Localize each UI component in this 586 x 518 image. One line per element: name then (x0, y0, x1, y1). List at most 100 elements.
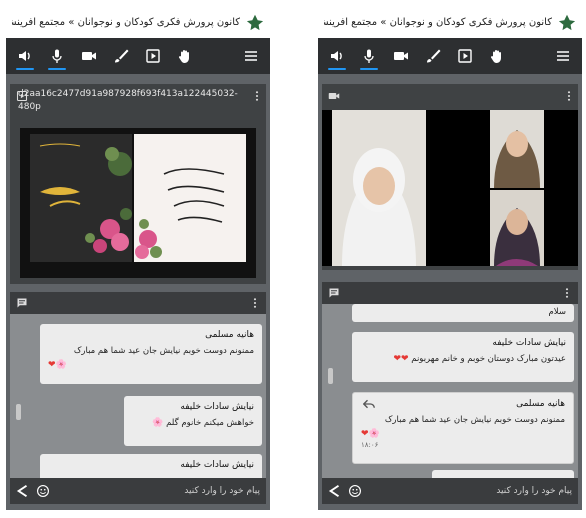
draw-button[interactable] (108, 43, 134, 69)
scroll-handle[interactable] (328, 368, 333, 384)
message-text-content: عیدتون مبارک دوستان خوبم و خانم مهربونم (411, 354, 566, 364)
message-input[interactable] (50, 486, 260, 496)
chat-panel-header (10, 292, 266, 314)
poem-card-image (134, 134, 246, 262)
emoji-icon[interactable] (348, 484, 362, 498)
raise-hand-icon (490, 50, 501, 63)
left-phone-screen: کانون پرورش فکری کودکان و نوجوانان » مجت… (6, 6, 270, 510)
message-emoji: 🌸❤ (361, 429, 380, 439)
participant-video (332, 110, 426, 266)
title-bar: کانون پرورش فکری کودکان و نوجوانان » مجت… (6, 6, 270, 38)
message-text: عیدتون مبارک دوستان خوبم و خانم مهربونم … (360, 354, 566, 364)
video-call-area[interactable] (322, 110, 578, 266)
toolbar (6, 38, 270, 74)
message-input-bar (322, 478, 578, 504)
flower-frame-graphic (30, 134, 132, 262)
menu-button[interactable] (238, 43, 264, 69)
sender-name: هانیه مسلمی (516, 399, 565, 409)
chat-panel: سلام نیایش سادات خلیفه عیدتون مبارک دوست… (322, 282, 578, 478)
speaker-button[interactable] (12, 43, 38, 70)
message-emoji: 🌸❤ (48, 360, 67, 370)
message-text: ممنونم دوست خوبم نیایش جان عید شما هم مب… (73, 346, 254, 356)
camera-icon (82, 52, 96, 60)
emoji-icon[interactable] (36, 484, 50, 498)
video-filename: d2aa16c2477d91a987928f693f413a122445032-… (18, 89, 238, 112)
message-emoji: 🌸 (152, 418, 164, 428)
play-box-icon (16, 90, 28, 102)
chat-panel: هانیه مسلمی ممنونم دوست خوبم نیایش جان ع… (10, 292, 266, 478)
brush-icon (427, 49, 441, 63)
raise-hand-icon (178, 50, 189, 63)
sender-name: نیایش سادات خلیفه (180, 402, 254, 412)
chat-icon (17, 298, 27, 308)
chat-message[interactable] (432, 470, 574, 478)
speaker-icon (19, 51, 30, 61)
chat-message[interactable]: نیایش سادات خلیفه (40, 454, 262, 478)
camera-button[interactable] (388, 43, 414, 69)
message-input[interactable] (362, 486, 572, 496)
message-time: ۱۸:۰۶ (361, 441, 379, 449)
speaker-button[interactable] (324, 43, 350, 70)
media-button[interactable] (140, 43, 166, 69)
message-text: ممنونم دوست خوبم نیایش جان عید شما هم مب… (384, 415, 565, 425)
menu-button[interactable] (550, 43, 576, 69)
message-emoji: ❤❤ (393, 354, 409, 364)
kebab-menu-icon[interactable] (564, 90, 574, 102)
chat-message[interactable]: نیایش سادات خلیفه عیدتون مبارک دوستان خو… (352, 332, 574, 382)
kebab-menu-icon[interactable] (252, 90, 262, 102)
media-button[interactable] (452, 43, 478, 69)
microphone-icon (52, 49, 62, 63)
media-player-panel: d2aa16c2477d91a987928f693f413a122445032-… (10, 84, 266, 284)
sender-name: هانیه مسلمی (205, 330, 254, 340)
message-text: خواهش میکنم خانوم گلم 🌸 (132, 418, 254, 428)
participant-video-tile[interactable] (332, 110, 426, 266)
camera-icon (328, 93, 340, 99)
camera-icon (394, 52, 408, 60)
page-title: کانون پرورش فکری کودکان و نوجوانان » مجت… (324, 16, 552, 28)
brush-icon (115, 49, 129, 63)
scroll-handle[interactable] (16, 404, 21, 420)
draw-button[interactable] (420, 43, 446, 69)
sender-name: نیایش سادات خلیفه (180, 460, 254, 470)
raise-hand-button[interactable] (484, 43, 510, 69)
microphone-icon (364, 49, 374, 63)
microphone-button[interactable] (44, 43, 70, 70)
play-box-icon (146, 49, 160, 63)
chat-message[interactable]: هانیه مسلمی ممنونم دوست خوبم نیایش جان ع… (40, 324, 262, 384)
message-input-bar (10, 478, 266, 504)
camera-button[interactable] (76, 43, 102, 69)
chat-messages[interactable]: سلام نیایش سادات خلیفه عیدتون مبارک دوست… (322, 304, 578, 478)
play-box-icon (458, 49, 472, 63)
video-frame[interactable] (20, 128, 256, 278)
title-bar: کانون پرورش فکری کودکان و نوجوانان » مجت… (318, 6, 582, 38)
chat-messages[interactable]: هانیه مسلمی ممنونم دوست خوبم نیایش جان ع… (10, 314, 266, 478)
raise-hand-button[interactable] (172, 43, 198, 69)
calligraphy-graphic (134, 134, 246, 262)
participant-video-tile[interactable] (490, 190, 544, 266)
chat-message[interactable]: نیایش سادات خلیفه خواهش میکنم خانوم گلم … (124, 396, 262, 446)
chat-message[interactable]: هانیه مسلمی ممنونم دوست خوبم نیایش جان ع… (352, 392, 574, 464)
message-text: سلام (548, 307, 566, 317)
participant-video (490, 190, 544, 266)
toolbar (318, 38, 582, 74)
participant-video (490, 110, 544, 188)
video-call-panel (322, 84, 578, 270)
page-title: کانون پرورش فکری کودکان و نوجوانان » مجت… (12, 16, 240, 28)
participant-video-tile[interactable] (490, 110, 544, 188)
sender-name: نیایش سادات خلیفه (492, 338, 566, 348)
kebab-menu-icon[interactable] (250, 297, 260, 309)
send-icon[interactable] (328, 484, 342, 498)
menu-icon (557, 51, 569, 61)
right-phone-screen: کانون پرورش فکری کودکان و نوجوانان » مجت… (318, 6, 582, 510)
menu-icon (245, 51, 257, 61)
speaker-icon (331, 51, 342, 61)
kebab-menu-icon[interactable] (562, 287, 572, 299)
reply-icon[interactable] (363, 399, 375, 409)
microphone-button[interactable] (356, 43, 382, 70)
chat-icon (329, 288, 339, 298)
message-text-content: خواهش میکنم خانوم گلم (166, 418, 254, 428)
send-icon[interactable] (16, 484, 30, 498)
chat-message[interactable]: سلام (352, 304, 574, 322)
logo-icon (558, 14, 576, 31)
greeting-card-image (30, 134, 132, 262)
